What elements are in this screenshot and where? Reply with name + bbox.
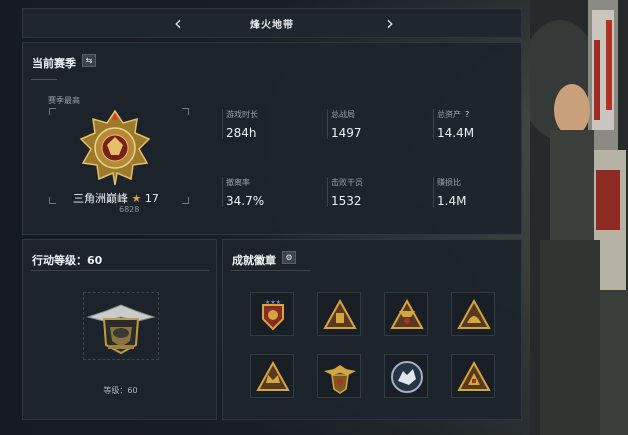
badge-slot[interactable]: [384, 292, 428, 336]
stat-extract-rate: 撤离率 34.7%: [222, 177, 326, 208]
season-high-label: 赛季最高: [48, 96, 80, 105]
stat-divider: [327, 109, 328, 139]
frame-corner: [49, 108, 56, 115]
rank-name-row: 三角洲巅峰 ★ 17: [73, 190, 159, 206]
badge-slot[interactable]: [451, 292, 495, 336]
action-level-panel: 行动等级：60 等级：60: [22, 239, 217, 420]
eagle-crest-badge-icon: [324, 365, 356, 394]
achievements-title: 成就徽章: [232, 254, 276, 267]
triangle-flag-badge-icon: [457, 360, 491, 391]
stat-divider: [433, 109, 434, 139]
triangle-helmet-badge-icon: [457, 298, 491, 329]
stat-total-matches: 总战局 1497: [327, 109, 431, 140]
level-text: 等级：60: [103, 386, 138, 395]
gear-icon[interactable]: ⚙: [282, 251, 296, 264]
achievement-badges-panel: 成就徽章 ⚙ ★★★: [222, 239, 522, 420]
stat-divider: [222, 109, 223, 139]
title-underline: [31, 270, 209, 271]
season-title: 当前赛季: [32, 57, 76, 70]
action-level-title: 行动等级：60: [32, 254, 103, 267]
stat-value: 1532: [331, 194, 362, 208]
stat-total-assets: 总资产? 14.4M: [433, 109, 537, 140]
current-season-panel: 当前赛季 ⇆ 赛季最高 三角洲巅峰 ★ 17 6828 游戏时长 284h 总战…: [22, 42, 522, 235]
badge-slot[interactable]: [451, 354, 495, 398]
action-level-emblem-icon: [86, 304, 156, 355]
rank-level: 17: [144, 192, 159, 205]
stat-label: 总资产: [437, 110, 461, 119]
stat-profit-loss: 赚损比 1.4M: [433, 177, 537, 208]
rank-name: 三角洲巅峰: [73, 192, 128, 205]
svg-text:★★★: ★★★: [265, 299, 281, 306]
frame-corner: [49, 197, 56, 204]
stat-divider: [327, 177, 328, 207]
stat-label: 总战局: [331, 110, 355, 119]
mode-selector-bar: ‹ 烽火地带 ›: [22, 8, 522, 38]
badge-slot[interactable]: [317, 292, 361, 336]
badge-slot[interactable]: [384, 354, 428, 398]
stat-value: 14.4M: [437, 126, 475, 140]
badge-slot[interactable]: [317, 354, 361, 398]
stat-value: 284h: [226, 126, 257, 140]
help-icon[interactable]: ?: [465, 110, 469, 119]
mode-title: 烽火地带: [250, 20, 294, 31]
wolf-circle-badge-icon: [391, 361, 423, 393]
triangle-skull-badge-icon: [390, 298, 424, 329]
chevron-right-icon[interactable]: ›: [379, 12, 401, 34]
stat-value: 1497: [331, 126, 362, 140]
stat-label: 赚损比: [437, 178, 461, 187]
stat-divider: [222, 177, 223, 207]
stat-play-time: 游戏时长 284h: [222, 109, 326, 140]
stat-label-row: 总资产?: [437, 109, 537, 120]
stat-label: 撤离率: [226, 178, 250, 187]
stat-value: 1.4M: [437, 194, 467, 208]
level-emblem-frame: [83, 292, 159, 360]
title-underline: [31, 79, 57, 80]
stat-label: 击败干员: [331, 178, 363, 187]
frame-corner: [182, 197, 189, 204]
swap-icon[interactable]: ⇆: [82, 54, 96, 67]
star-icon: ★: [131, 192, 142, 205]
operator-character-art: [530, 0, 628, 435]
rank-score: 6828: [119, 205, 140, 214]
frame-corner: [182, 108, 189, 115]
rank-emblem-icon: [79, 109, 151, 186]
stat-divider: [433, 177, 434, 207]
stat-operators-defeated: 击败干员 1532: [327, 177, 431, 208]
triangle-crown-badge-icon: [256, 360, 290, 391]
badge-slot[interactable]: ★★★: [250, 292, 294, 336]
stat-value: 34.7%: [226, 194, 265, 208]
triangle-card-badge-icon: [323, 298, 357, 329]
stat-label: 游戏时长: [226, 110, 258, 119]
shield-star-badge-icon: ★★★: [262, 299, 284, 331]
badge-slot[interactable]: [250, 354, 294, 398]
title-underline: [231, 270, 311, 271]
